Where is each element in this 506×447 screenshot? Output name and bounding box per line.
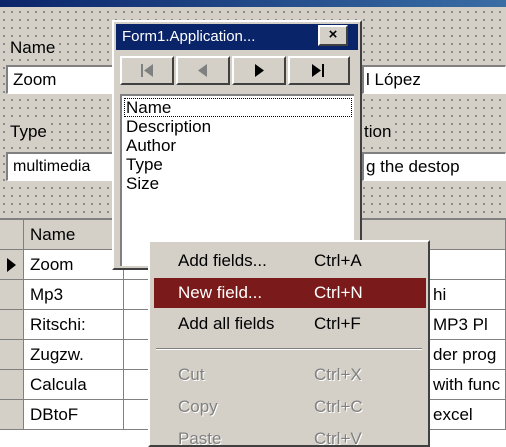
row-indicator[interactable] — [0, 310, 24, 340]
row-indicator[interactable] — [0, 250, 24, 280]
prior-record-icon — [198, 64, 207, 77]
menu-item-cut[interactable]: Cut Ctrl+X — [154, 360, 426, 390]
next-record-icon — [255, 64, 264, 77]
menu-item-add-fields[interactable]: Add fields... Ctrl+A — [154, 246, 426, 276]
menu-item-add-all-fields[interactable]: Add all fields Ctrl+F — [154, 309, 426, 339]
type-field[interactable]: multimedia — [6, 152, 118, 181]
grid-corner — [0, 220, 24, 250]
row-indicator[interactable] — [0, 280, 24, 310]
name-label: Name — [8, 38, 58, 58]
prior-record-button[interactable] — [176, 56, 230, 85]
last-record-button[interactable] — [288, 56, 350, 85]
field-list-item[interactable]: Name — [124, 98, 352, 117]
grid-cell-name[interactable]: Ritschi: — [24, 310, 124, 340]
grid-cell-name[interactable]: DBtoF — [24, 400, 124, 430]
menu-item-paste[interactable]: Paste Ctrl+V — [154, 424, 426, 445]
close-icon: × — [328, 26, 338, 43]
menu-separator — [156, 348, 422, 350]
grid-cell-name[interactable]: Zugzw. — [24, 340, 124, 370]
last-record-icon — [312, 64, 324, 77]
first-record-button[interactable] — [120, 56, 174, 85]
description-field[interactable]: g the destop — [362, 152, 506, 181]
current-row-arrow-icon — [7, 258, 16, 272]
grid-cell-name[interactable]: Calcula — [24, 370, 124, 400]
name-field[interactable]: Zoom — [6, 65, 118, 94]
type-label: Type — [8, 122, 49, 142]
grid-cell-name[interactable]: Mp3 — [24, 280, 124, 310]
grid-header-name[interactable]: Name — [24, 220, 124, 250]
description-label: tion — [362, 122, 394, 142]
field-list-item[interactable]: Description — [124, 117, 352, 136]
menu-item-copy[interactable]: Copy Ctrl+C — [154, 392, 426, 422]
field-list-item[interactable]: Size — [124, 174, 352, 193]
close-button[interactable]: × — [318, 25, 348, 46]
author-field[interactable]: l López — [362, 65, 506, 94]
next-record-button[interactable] — [232, 56, 286, 85]
context-menu[interactable]: Add fields... Ctrl+A New field... Ctrl+N… — [148, 240, 430, 447]
row-indicator[interactable] — [0, 400, 24, 430]
field-list-item[interactable]: Author — [124, 136, 352, 155]
form-titlebar — [0, 0, 506, 7]
fields-editor-window[interactable]: Form1.Application... × Name Description … — [112, 20, 362, 270]
menu-item-new-field[interactable]: New field... Ctrl+N — [154, 278, 426, 308]
grid-cell-name[interactable]: Zoom — [24, 250, 124, 280]
row-indicator[interactable] — [0, 370, 24, 400]
fields-editor-title: Form1.Application... — [122, 28, 256, 45]
field-list-item[interactable]: Type — [124, 155, 352, 174]
row-indicator[interactable] — [0, 340, 24, 370]
first-record-icon — [141, 64, 153, 77]
